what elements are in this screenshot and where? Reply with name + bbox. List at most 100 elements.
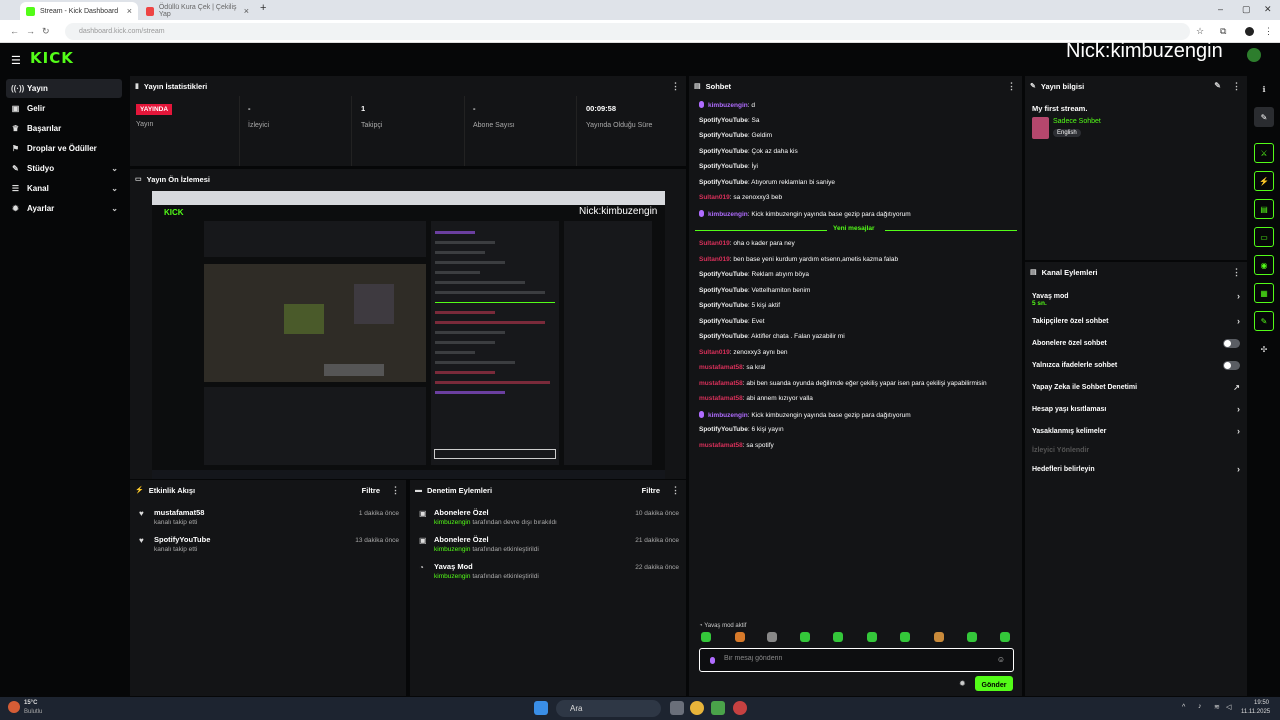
layout-shortcut-icon[interactable]: ▦ [1254, 283, 1274, 303]
browser-menu-icon[interactable]: ⋮ [1264, 26, 1273, 37]
more-options-icon[interactable]: ⋮ [671, 485, 680, 496]
chat-username[interactable]: SpotifyYouTube [699, 148, 748, 155]
close-tab-icon[interactable]: × [127, 6, 132, 16]
emote-icon[interactable] [800, 632, 810, 642]
emote-icon[interactable] [967, 632, 977, 642]
taskbar-search[interactable]: Ara [556, 700, 661, 717]
action-slow-mode[interactable]: Yavaş mod 5 sn. › [1032, 288, 1240, 307]
emote-icon[interactable] [833, 632, 843, 642]
chat-username[interactable]: SpotifyYouTube [699, 333, 748, 340]
apps-icon[interactable]: ✣ [1254, 339, 1274, 359]
chat-username[interactable]: mustafamat58 [699, 364, 743, 371]
filter-button[interactable]: Filtre [642, 486, 660, 495]
action-followers-only[interactable]: Takipçilere özel sohbet › [1032, 313, 1240, 329]
chat-username[interactable]: Sultan019 [699, 194, 730, 201]
chat-username[interactable]: SpotifyYouTube [699, 179, 748, 186]
extensions-icon[interactable]: ⧉ [1220, 26, 1226, 37]
edit-pencil-icon[interactable]: ✎ [1214, 81, 1221, 90]
chat-username[interactable]: Sultan019 [699, 349, 730, 356]
sidebar-item-ayarlar[interactable]: ✹ Ayarlar ⌄ [6, 199, 122, 218]
chat-settings-gear-icon[interactable]: ✹ [959, 679, 966, 688]
chat-username[interactable]: mustafamat58 [699, 395, 743, 402]
emote-icon[interactable] [900, 632, 910, 642]
chat-username[interactable]: SpotifyYouTube [699, 302, 748, 309]
more-options-icon[interactable]: ⋮ [391, 485, 400, 496]
profile-avatar[interactable] [1245, 27, 1254, 36]
obs-icon[interactable] [733, 701, 747, 715]
browser-tab-cekilis[interactable]: Ödüllü Kura Çek | Çekiliş Yap × [140, 2, 255, 20]
chat-username[interactable]: mustafamat58 [699, 442, 743, 449]
chat-username[interactable]: kimbuzengin [708, 102, 748, 109]
emote-icon[interactable] [867, 632, 877, 642]
action-ai-moderation[interactable]: Yapay Zeka ile Sohbet Denetimi ↗ [1032, 379, 1240, 395]
sidebar-item-droplar[interactable]: ⚑ Droplar ve Ödüller [6, 139, 122, 158]
chat-username[interactable]: SpotifyYouTube [699, 426, 748, 433]
stream-preview-video[interactable]: KICK Nick:kimbuzengin [152, 191, 665, 479]
send-button[interactable]: Gönder [975, 676, 1013, 691]
emote-icon[interactable] [1000, 632, 1010, 642]
close-window-icon[interactable]: ✕ [1264, 4, 1272, 15]
broadcast-shortcut-icon[interactable]: ◉ [1254, 255, 1274, 275]
action-account-age[interactable]: Hesap yaşı kısıtlaması › [1032, 401, 1240, 417]
lightning-shortcut-icon[interactable]: ⚡ [1254, 171, 1274, 191]
minecraft-icon[interactable] [711, 701, 725, 715]
emote-icon[interactable] [767, 632, 777, 642]
reload-icon[interactable]: ↻ [42, 26, 50, 37]
file-explorer-icon[interactable] [670, 701, 684, 715]
chat-username[interactable]: Sultan019 [699, 240, 730, 247]
chrome-icon[interactable] [690, 701, 704, 715]
moderation-shortcut-icon[interactable]: ⚔ [1254, 143, 1274, 163]
chat-username[interactable]: kimbuzengin [708, 412, 748, 419]
forward-icon[interactable]: → [26, 26, 35, 36]
more-options-icon[interactable]: ⋮ [671, 81, 680, 92]
wifi-icon[interactable]: ≋ [1214, 703, 1220, 711]
filter-button[interactable]: Filtre [362, 486, 380, 495]
kick-logo[interactable]: KICK [30, 49, 74, 67]
sidebar-item-gelir[interactable]: ▣ Gelir [6, 99, 122, 118]
chat-shortcut-icon[interactable]: ▭ [1254, 227, 1274, 247]
chat-username[interactable]: SpotifyYouTube [699, 271, 748, 278]
emotes-only-toggle[interactable] [1223, 360, 1240, 370]
sidebar-item-kanal[interactable]: ☰ Kanal ⌄ [6, 179, 122, 198]
chat-username[interactable]: SpotifyYouTube [699, 117, 748, 124]
chat-input-box[interactable]: ☺ [699, 648, 1014, 672]
browser-tab-kick[interactable]: Stream - Kick Dashboard × [20, 2, 138, 20]
emoji-icon[interactable]: ☺ [997, 655, 1005, 664]
more-options-icon[interactable]: ⋮ [1232, 267, 1241, 278]
hamburger-menu-icon[interactable]: ☰ [11, 54, 21, 67]
bookmark-star-icon[interactable]: ☆ [1196, 26, 1204, 37]
chat-username[interactable]: kimbuzengin [708, 211, 748, 218]
chat-username[interactable]: SpotifyYouTube [699, 287, 748, 294]
info-icon[interactable]: ℹ [1254, 79, 1274, 99]
chat-username[interactable]: SpotifyYouTube [699, 163, 748, 170]
emote-icon[interactable] [735, 632, 745, 642]
emote-icon[interactable] [701, 632, 711, 642]
maximize-icon[interactable]: ▢ [1242, 4, 1251, 15]
close-tab-icon[interactable]: × [244, 6, 249, 16]
url-field[interactable]: dashboard.kick.com/stream [65, 23, 1190, 40]
minimize-icon[interactable]: – [1218, 4, 1223, 14]
chat-username[interactable]: Sultan019 [699, 256, 730, 263]
weather-icon[interactable] [8, 701, 20, 713]
chat-username[interactable]: SpotifyYouTube [699, 318, 748, 325]
sidebar-item-yayin[interactable]: ((·)) Yayın [6, 79, 122, 98]
emote-icon[interactable] [934, 632, 944, 642]
category-name[interactable]: Sadece Sohbet [1053, 118, 1101, 125]
edit-icon[interactable]: ✎ [1254, 107, 1274, 127]
new-tab-icon[interactable]: + [260, 2, 266, 14]
back-icon[interactable]: ← [10, 26, 19, 36]
sidebar-item-basarilar[interactable]: ♛ Başarılar [6, 119, 122, 138]
tray-chevron-icon[interactable]: ^ [1182, 704, 1185, 711]
wrench-shortcut-icon[interactable]: ✎ [1254, 311, 1274, 331]
subscribers-only-toggle[interactable] [1223, 338, 1240, 348]
windows-start-icon[interactable] [534, 701, 548, 715]
chat-input[interactable] [724, 655, 994, 662]
more-options-icon[interactable]: ⋮ [1007, 81, 1016, 92]
volume-icon[interactable]: ◁ [1226, 703, 1231, 711]
document-shortcut-icon[interactable]: ▤ [1254, 199, 1274, 219]
mic-tray-icon[interactable]: ♪ [1198, 703, 1202, 710]
action-banned-words[interactable]: Yasaklanmış kelimeler › [1032, 423, 1240, 439]
more-options-icon[interactable]: ⋮ [1232, 81, 1241, 92]
action-goals[interactable]: Hedefleri belirleyin › [1032, 461, 1240, 477]
chat-username[interactable]: mustafamat58 [699, 380, 743, 387]
